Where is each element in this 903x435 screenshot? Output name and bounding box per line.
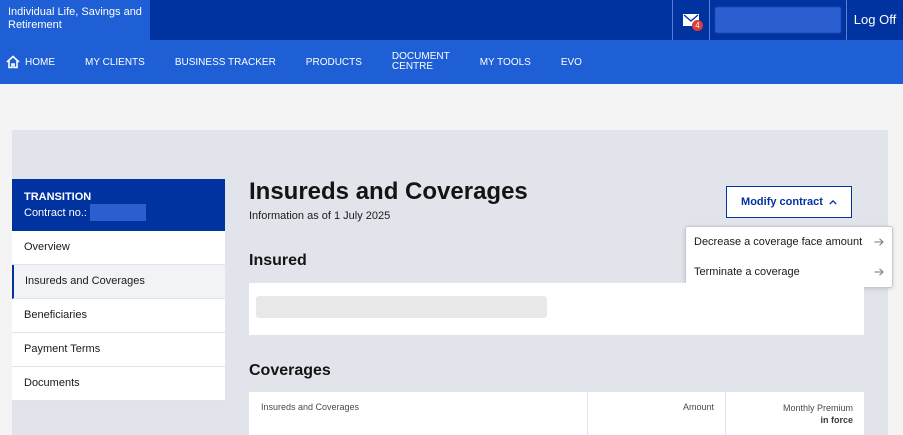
chevron-up-icon xyxy=(829,199,837,205)
sidebar-header: TRANSITION Contract no.: xyxy=(12,179,225,231)
coverages-section-title: Coverages xyxy=(249,362,331,379)
nav-products[interactable]: PRODUCTS xyxy=(306,40,362,84)
nav-home[interactable]: HOME xyxy=(6,40,55,84)
nav-evo[interactable]: EVO xyxy=(561,40,582,84)
arrow-right-icon xyxy=(874,268,884,276)
page-subtitle: Information as of 1 July 2025 xyxy=(249,210,391,222)
nav-centre-label: CENTRE xyxy=(391,61,434,72)
insured-card xyxy=(249,283,864,335)
nav-document-centre[interactable]: DOCUMENT CENTRE xyxy=(392,40,450,84)
column-header-monthly-premium: Monthly Premium in force xyxy=(726,392,864,435)
page-title: Insureds and Coverages xyxy=(249,178,528,205)
content-area: TRANSITION Contract no.: Overview Insure… xyxy=(12,130,893,435)
home-icon xyxy=(6,55,20,69)
modify-contract-menu: Decrease a coverage face amount Terminat… xyxy=(685,226,893,288)
contract-number-redacted xyxy=(89,204,146,221)
nav-business-tracker[interactable]: BUSINESS TRACKER xyxy=(175,40,276,84)
sidebar-item-insureds-coverages[interactable]: Insureds and Coverages xyxy=(12,265,225,299)
contract-number-row: Contract no.: xyxy=(24,204,225,221)
modify-contract-button[interactable]: Modify contract xyxy=(726,186,852,218)
user-menu[interactable] xyxy=(709,0,846,40)
sidebar-item-overview[interactable]: Overview xyxy=(12,231,225,265)
coverages-table-header: Insureds and Coverages Amount Monthly Pr… xyxy=(249,392,864,435)
top-right-controls: 4 Log Off xyxy=(672,0,903,40)
user-name-redacted xyxy=(715,7,841,33)
mail-badge: 4 xyxy=(692,20,703,31)
sidebar-item-payment-terms[interactable]: Payment Terms xyxy=(12,333,225,367)
sidebar-item-beneficiaries[interactable]: Beneficiaries xyxy=(12,299,225,333)
nav-home-label: HOME xyxy=(25,56,55,68)
arrow-right-icon xyxy=(874,238,884,246)
brand-title: Individual Life, Savings and Retirement xyxy=(0,0,150,40)
contract-number-label: Contract no.: xyxy=(24,206,87,219)
main-nav: HOME MY CLIENTS BUSINESS TRACKER PRODUCT… xyxy=(0,40,903,84)
column-header-insureds: Insureds and Coverages xyxy=(249,392,588,435)
modify-contract-label: Modify contract xyxy=(741,196,823,208)
menu-item-label: Terminate a coverage xyxy=(694,266,800,278)
monthly-premium-label: Monthly Premium xyxy=(782,403,853,413)
sidebar-menu: Overview Insureds and Coverages Benefici… xyxy=(12,231,225,401)
column-header-amount: Amount xyxy=(588,392,726,435)
menu-item-label: Decrease a coverage face amount xyxy=(694,236,863,248)
insured-section-title: Insured xyxy=(249,252,307,269)
insured-name-redacted xyxy=(256,296,547,318)
menu-item-decrease-face-amount[interactable]: Decrease a coverage face amount xyxy=(686,227,892,257)
top-bar: Individual Life, Savings and Retirement … xyxy=(0,0,903,40)
contract-type: TRANSITION xyxy=(24,191,92,203)
in-force-label: in force xyxy=(820,415,853,425)
messages-button[interactable]: 4 xyxy=(672,0,709,40)
nav-my-tools[interactable]: MY TOOLS xyxy=(480,40,531,84)
nav-my-clients[interactable]: MY CLIENTS xyxy=(85,40,145,84)
sidebar-item-documents[interactable]: Documents xyxy=(12,367,225,401)
logoff-button[interactable]: Log Off xyxy=(846,0,903,40)
